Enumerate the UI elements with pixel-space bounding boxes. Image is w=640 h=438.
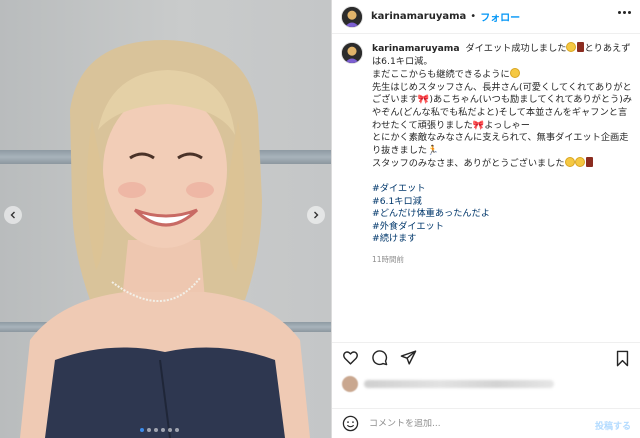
portrait-image (20, 40, 310, 438)
carousel-dot (161, 428, 165, 432)
smile-emoji-icon (566, 42, 577, 52)
emoji-button[interactable] (342, 415, 359, 432)
post-photo[interactable] (0, 0, 331, 438)
comment-icon (372, 350, 388, 366)
share-button[interactable] (400, 349, 417, 366)
post-header: karinamaruyama • フォロー (332, 0, 640, 34)
carousel-next-button[interactable] (307, 206, 325, 224)
beer-emoji-icon (585, 157, 593, 168)
hashtag-link[interactable]: #続けます (372, 233, 633, 246)
bookmark-icon (616, 350, 629, 367)
hashtag-link[interactable]: #どんだけ体重あったんだよ (372, 208, 633, 221)
carousel-dot (175, 428, 179, 432)
comment-input[interactable] (369, 418, 579, 429)
hashtag-link[interactable]: #外食ダイエット (372, 221, 633, 234)
caption-line-5: とにかく素敵なみなさんに支えられて、無事ダイエット企画走り抜きました🏃 (372, 132, 629, 156)
post-caption: karinamaruyama ダイエット成功しました とりあえずは6.1キロ減。 … (341, 42, 633, 267)
caption-line-1: ダイエット成功しました (465, 43, 567, 54)
blurred-likes-text (364, 380, 554, 388)
caption-line-3: まだここからも継続できるように (372, 69, 510, 81)
caption-line-6: スタッフのみなさま、ありがとうございました (372, 158, 565, 170)
save-button[interactable] (614, 350, 631, 367)
caption-line-4: 先生はじめスタッフさん、長井さん(可愛くしてくれてありがとございます🎀)あこちゃ… (372, 81, 632, 131)
like-button[interactable] (342, 349, 359, 366)
hashtag-list: #ダイエット #6.1キロ減 #どんだけ体重あったんだよ #外食ダイエット #続… (372, 183, 633, 246)
comment-button[interactable] (371, 349, 388, 366)
hashtag-link[interactable]: #6.1キロ減 (372, 196, 633, 209)
more-options-icon[interactable] (618, 11, 631, 14)
likes-summary[interactable] (342, 376, 554, 392)
emoji-icon (342, 415, 359, 432)
heart-icon (343, 351, 358, 365)
header-separator: • (470, 11, 477, 22)
share-icon (400, 350, 417, 365)
smile-emoji-icon (564, 157, 575, 168)
carousel-dot (147, 428, 151, 432)
carousel-dot (140, 428, 144, 432)
carousel-prev-button[interactable] (4, 206, 22, 224)
avatar[interactable] (341, 42, 363, 64)
chevron-left-icon (10, 211, 15, 219)
liker-avatar (342, 376, 358, 392)
carousel-dot (168, 428, 172, 432)
comment-bar: 投稿する (332, 408, 640, 438)
avatar[interactable] (341, 5, 363, 28)
hashtag-link[interactable]: #ダイエット (372, 183, 633, 196)
header-username[interactable]: karinamaruyama (371, 11, 466, 22)
caption-username[interactable]: karinamaruyama (372, 43, 460, 54)
chevron-right-icon (314, 211, 319, 219)
carousel-indicator (140, 428, 179, 432)
post-comment-button[interactable]: 投稿する (595, 419, 631, 432)
follow-button[interactable]: フォロー (480, 9, 520, 24)
post-timestamp[interactable]: 11時間前 (372, 254, 633, 267)
post-side-panel: karinamaruyama • フォロー karinamaruyama ダイエ… (331, 0, 640, 438)
smile-emoji-icon (574, 157, 585, 168)
smile-emoji-icon (509, 68, 520, 79)
action-bar (332, 342, 640, 372)
carousel-dot (154, 428, 158, 432)
